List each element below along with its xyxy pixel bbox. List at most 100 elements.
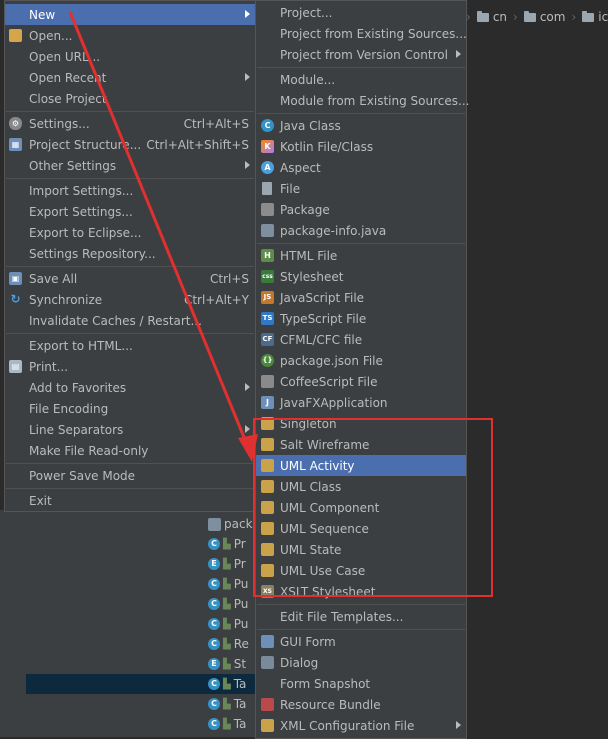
breadcrumb-separator: › <box>513 10 518 24</box>
submenu-arrow-icon <box>245 383 250 391</box>
tree-row[interactable]: E ▙ St <box>208 654 246 674</box>
new-item-gui-form[interactable]: GUI Form <box>256 631 466 652</box>
new-item-project-existing[interactable]: Project from Existing Sources... <box>256 23 467 44</box>
menu-item-invalidate-caches[interactable]: Invalidate Caches / Restart... <box>5 310 255 331</box>
sync-icon: ↻ <box>10 292 21 306</box>
submenu-arrow-icon <box>456 721 461 729</box>
new-item-package[interactable]: Package <box>256 199 466 220</box>
menu-item-line-separators[interactable]: Line Separators <box>5 419 255 440</box>
menu-item-save-all[interactable]: ▣ Save All Ctrl+S <box>5 268 255 289</box>
print-icon: ▤ <box>9 360 22 373</box>
breadcrumb-separator: › <box>571 10 577 24</box>
menu-item-project-structure[interactable]: ▦ Project Structure... Ctrl+Alt+Shift+S <box>5 134 255 155</box>
class-icon: C <box>208 598 220 610</box>
new-item-javascript[interactable]: JS JavaScript File <box>256 287 466 308</box>
menu-item-close-project[interactable]: Close Project <box>5 88 255 109</box>
menu-item-new[interactable]: New <box>5 4 255 25</box>
menu-item-import-settings[interactable]: Import Settings... <box>5 180 255 201</box>
new-item-file[interactable]: File <box>256 178 466 199</box>
new-item-package-json[interactable]: {} package.json File <box>256 350 466 371</box>
new-item-form-snapshot[interactable]: Form Snapshot <box>256 673 466 694</box>
tree-row[interactable]: C ▙ Ta <box>208 694 246 714</box>
new-item-resource-bundle[interactable]: Resource Bundle <box>256 694 466 715</box>
new-item-edit-templates[interactable]: Edit File Templates... <box>256 606 466 627</box>
plantuml-icon <box>261 543 274 556</box>
menu-item-other-settings[interactable]: Other Settings <box>5 155 255 176</box>
lock-icon: ▙ <box>223 538 231 550</box>
package-info-icon <box>208 517 221 531</box>
class-icon: C <box>208 698 220 710</box>
tree-row[interactable]: C ▙ Pu <box>208 614 248 634</box>
lock-icon: ▙ <box>223 638 231 650</box>
breadcrumb-item-cn[interactable]: cn <box>476 10 507 24</box>
new-item-typescript[interactable]: TS TypeScript File <box>256 308 466 329</box>
lock-icon: ▙ <box>223 658 231 670</box>
class-icon: C <box>208 578 220 590</box>
breadcrumb-item-com[interactable]: com <box>523 10 565 24</box>
new-item-kotlin[interactable]: K Kotlin File/Class <box>256 136 466 157</box>
tree-row[interactable]: C ▙ Ta <box>208 674 246 694</box>
new-item-package-info[interactable]: package-info.java <box>256 220 466 241</box>
new-item-aspect[interactable]: A Aspect <box>256 157 466 178</box>
new-item-uml-state[interactable]: UML State <box>256 539 466 560</box>
new-item-salt-wireframe[interactable]: Salt Wireframe <box>256 434 466 455</box>
new-item-xml-config[interactable]: XML Configuration File <box>256 715 466 736</box>
tree-row[interactable]: C ▙ Re <box>208 634 249 654</box>
menu-item-export-html[interactable]: Export to HTML... <box>5 335 255 356</box>
new-item-java-class[interactable]: C Java Class <box>256 115 466 136</box>
menu-item-exit[interactable]: Exit <box>5 490 255 511</box>
new-item-xslt[interactable]: XS XSLT Stylesheet <box>256 581 466 602</box>
new-item-uml-component[interactable]: UML Component <box>256 497 466 518</box>
new-item-uml-use-case[interactable]: UML Use Case <box>256 560 466 581</box>
menu-divider <box>6 178 254 179</box>
tree-row[interactable]: E ▙ Pr <box>208 554 246 574</box>
menu-divider <box>6 111 254 112</box>
menu-item-export-settings[interactable]: Export Settings... <box>5 201 255 222</box>
new-item-uml-class[interactable]: UML Class <box>256 476 466 497</box>
menu-item-make-read-only[interactable]: Make File Read-only <box>5 440 255 461</box>
new-item-uml-activity[interactable]: UML Activity <box>256 455 466 476</box>
new-item-project-vcs[interactable]: Project from Version Control <box>256 44 466 65</box>
tree-row[interactable]: C ▙ Ta <box>208 714 246 734</box>
new-item-project[interactable]: Project... <box>256 2 466 23</box>
css-file-icon: css <box>261 270 274 283</box>
menu-item-power-save-mode[interactable]: Power Save Mode <box>5 465 255 486</box>
lock-icon: ▙ <box>223 678 231 690</box>
new-item-stylesheet[interactable]: css Stylesheet <box>256 266 466 287</box>
menu-item-settings[interactable]: ⚙ Settings... Ctrl+Alt+S <box>5 113 255 134</box>
breadcrumb-item-ic[interactable]: ic <box>582 10 608 24</box>
save-icon: ▣ <box>9 272 22 285</box>
menu-item-open[interactable]: Open... <box>5 25 255 46</box>
new-item-module[interactable]: Module... <box>256 69 466 90</box>
plantuml-icon <box>261 564 274 577</box>
new-item-singleton[interactable]: Singleton <box>256 413 466 434</box>
new-item-module-existing[interactable]: Module from Existing Sources... <box>256 90 469 111</box>
class-icon: C <box>208 718 220 730</box>
menu-item-open-url[interactable]: Open URL... <box>5 46 255 67</box>
new-item-dialog[interactable]: Dialog <box>256 652 466 673</box>
new-submenu: Project... Project from Existing Sources… <box>255 0 469 739</box>
package-json-icon: {} <box>261 354 274 367</box>
new-item-cfml[interactable]: CF CFML/CFC file <box>256 329 466 350</box>
menu-item-export-eclipse[interactable]: Export to Eclipse... <box>5 222 255 243</box>
new-item-uml-sequence[interactable]: UML Sequence <box>256 518 466 539</box>
menu-item-file-encoding[interactable]: File Encoding <box>5 398 255 419</box>
tree-row[interactable]: C ▙ Pr <box>208 534 246 554</box>
tree-row[interactable]: C ▙ Pu <box>208 574 248 594</box>
new-item-javafx[interactable]: J JavaFXApplication <box>256 392 466 413</box>
cfml-file-icon: CF <box>261 333 274 346</box>
class-icon: C <box>208 618 220 630</box>
lock-icon: ▙ <box>223 618 231 630</box>
package-info-icon <box>261 224 274 237</box>
menu-item-synchronize[interactable]: ↻ Synchronize Ctrl+Alt+Y <box>5 289 255 310</box>
submenu-arrow-icon <box>245 73 250 81</box>
menu-item-add-to-favorites[interactable]: Add to Favorites <box>5 377 255 398</box>
tree-row[interactable]: C ▙ Pu <box>208 594 248 614</box>
aspect-icon: A <box>261 161 274 174</box>
new-item-html[interactable]: H HTML File <box>256 245 466 266</box>
menu-item-print[interactable]: ▤ Print... <box>5 356 255 377</box>
menu-item-settings-repository[interactable]: Settings Repository... <box>5 243 255 264</box>
new-item-coffeescript[interactable]: CoffeeScript File <box>256 371 466 392</box>
menu-item-open-recent[interactable]: Open Recent <box>5 67 255 88</box>
tree-row[interactable]: pack <box>208 514 253 534</box>
